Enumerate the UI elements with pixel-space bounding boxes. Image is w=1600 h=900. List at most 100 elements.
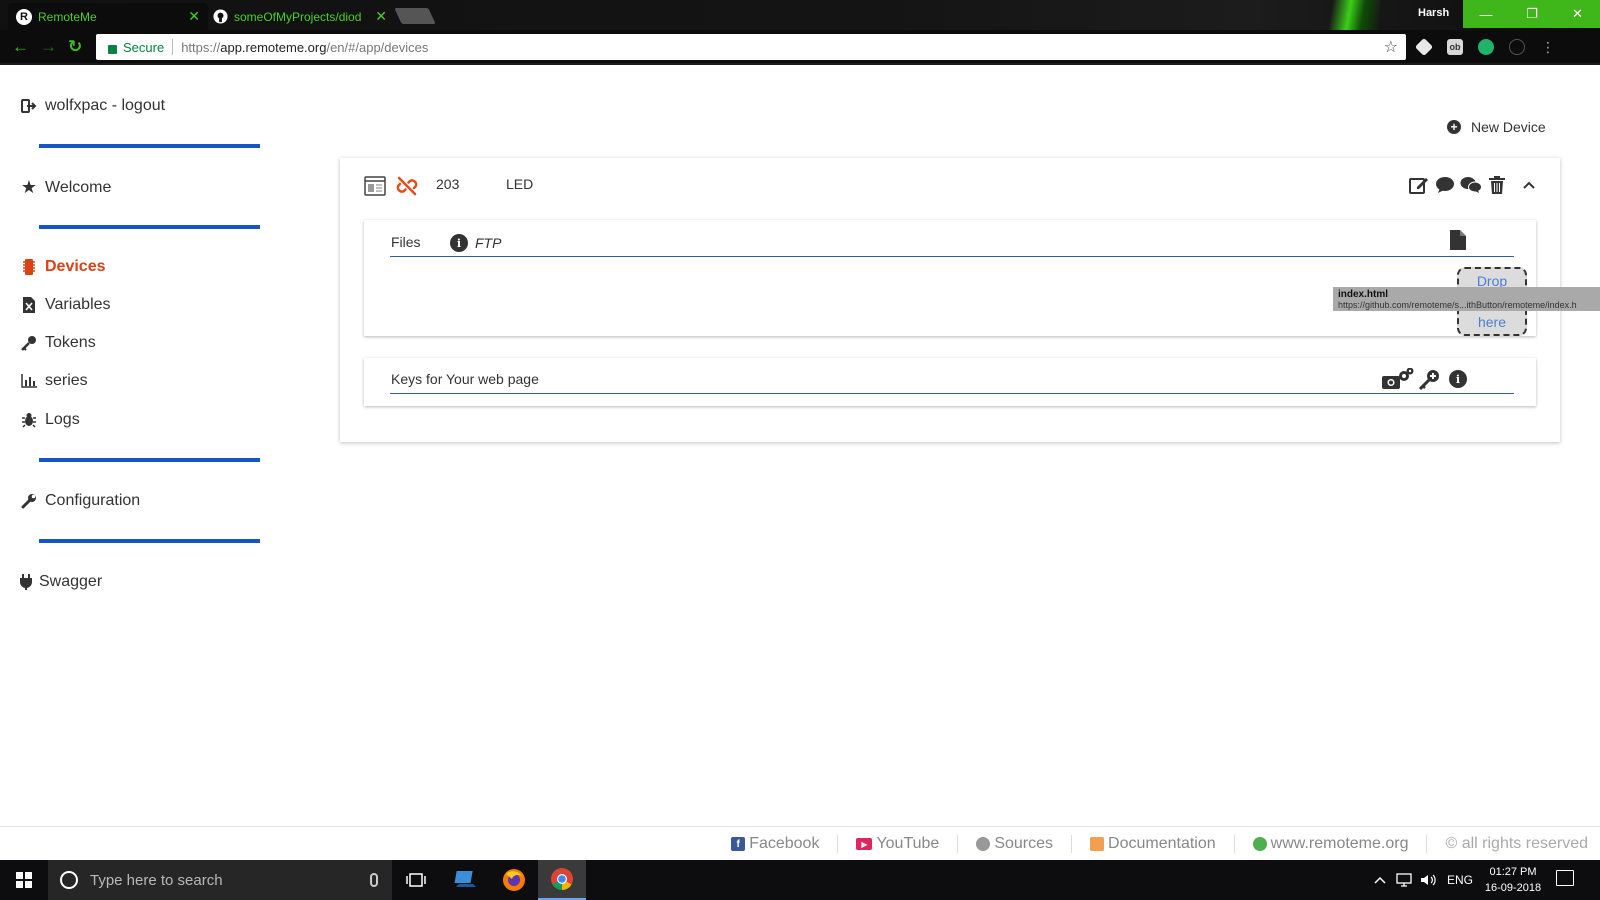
url-prefix: https:// xyxy=(181,39,221,55)
tab-close-icon[interactable]: ✕ xyxy=(375,8,387,25)
star-icon: ★ xyxy=(20,177,38,197)
network-icon[interactable] xyxy=(1396,860,1414,900)
github-favicon-icon xyxy=(213,9,228,24)
menu-dots-icon[interactable]: ⋮ xyxy=(1540,39,1556,55)
address-separator xyxy=(172,39,174,55)
disconnected-link-icon xyxy=(396,175,418,202)
device-actions xyxy=(1408,174,1540,196)
sidebar-item-tokens[interactable]: Tokens xyxy=(19,334,96,352)
device-name: LED xyxy=(506,176,534,192)
sidebar-item-label: Variables xyxy=(45,296,111,313)
sidebar-item-configuration[interactable]: Configuration xyxy=(19,492,140,510)
clock-time: 01:27 PM xyxy=(1489,866,1537,878)
plug-icon xyxy=(19,574,33,590)
sign-out-icon xyxy=(19,99,39,113)
chrome-icon[interactable] xyxy=(538,860,586,900)
footer-link-label: Documentation xyxy=(1108,835,1216,852)
forward-arrow-icon[interactable]: → xyxy=(40,37,57,57)
bookmark-star-icon[interactable]: ☆ xyxy=(1384,37,1398,57)
keys-info-icon[interactable]: i xyxy=(1449,370,1467,388)
wrench-icon xyxy=(19,493,39,509)
close-window-button[interactable]: ✕ xyxy=(1555,0,1600,28)
sidebar-item-devices[interactable]: Devices xyxy=(19,258,106,276)
tooltip-title: index.html xyxy=(1338,289,1389,300)
firefox-icon[interactable] xyxy=(490,860,538,900)
profile-name[interactable]: Harsh xyxy=(1418,7,1449,19)
comments-icon[interactable] xyxy=(1460,174,1482,196)
clock-date: 16-09-2018 xyxy=(1484,882,1542,894)
sidebar-divider xyxy=(39,225,260,229)
trash-icon[interactable] xyxy=(1486,174,1508,196)
sidebar-item-label: Swagger xyxy=(39,573,103,590)
footer-link-facebook[interactable]: f Facebook xyxy=(713,835,837,853)
windows-start-icon[interactable] xyxy=(0,860,48,900)
sidebar-item-label: Tokens xyxy=(45,334,96,351)
keys-title: Keys for Your web page xyxy=(391,371,539,387)
tray-chevron-icon[interactable] xyxy=(1374,860,1386,900)
sidebar-item-variables[interactable]: Variables xyxy=(19,296,111,314)
youtube-icon: ▶ xyxy=(856,838,873,850)
camera-cogs-icon[interactable] xyxy=(1382,367,1414,395)
footer-link-youtube[interactable]: ▶ YouTube xyxy=(837,835,957,853)
globe-icon xyxy=(1252,837,1267,851)
comment-icon[interactable] xyxy=(1434,174,1456,196)
edit-icon[interactable] xyxy=(1408,174,1430,196)
tab-title: someOfMyProjects/diod xyxy=(234,9,362,24)
add-key-icon[interactable] xyxy=(1418,368,1442,395)
ftp-info[interactable]: i FTP xyxy=(450,234,501,252)
drag-file-tooltip: index.html https://github.com/remoteme/s… xyxy=(1333,287,1600,311)
bug-icon xyxy=(19,412,39,428)
sidebar-item-label: series xyxy=(45,372,88,389)
new-device-button[interactable]: + New Device xyxy=(1447,119,1546,135)
search-placeholder: Type here to search xyxy=(90,871,223,889)
tab-remoteme[interactable]: R RemoteMe ✕ xyxy=(8,3,208,30)
language-indicator[interactable]: ENG xyxy=(1447,860,1473,900)
facebook-icon: f xyxy=(731,837,746,851)
sidebar-item-series[interactable]: series xyxy=(19,372,88,390)
extension-cube-icon[interactable] xyxy=(1414,37,1434,57)
wallpaper-glow xyxy=(1320,0,1380,30)
taskbar-search[interactable]: Type here to search xyxy=(48,860,392,900)
new-file-icon[interactable] xyxy=(1450,230,1466,255)
tab-close-icon[interactable]: ✕ xyxy=(188,8,200,25)
copyright-text: © all rights reserved xyxy=(1445,835,1588,852)
taskbar-clock[interactable]: 01:27 PM 16-09-2018 xyxy=(1478,864,1548,896)
chevron-up-icon[interactable] xyxy=(1518,174,1540,196)
app-laptop-icon[interactable] xyxy=(442,860,490,900)
footer-link-documentation[interactable]: Documentation xyxy=(1071,835,1234,853)
footer-link-website[interactable]: www.remoteme.org xyxy=(1233,835,1427,853)
microphone-icon[interactable] xyxy=(370,873,378,887)
address-bar[interactable]: Secure https://app.remoteme.org/en/#/app… xyxy=(96,34,1406,60)
footer-link-sources[interactable]: Sources xyxy=(957,835,1071,853)
ftp-label: FTP xyxy=(475,235,502,251)
bar-chart-icon xyxy=(19,374,39,388)
browser-title-bar: R RemoteMe ✕ someOfMyProjects/diod ✕ Har… xyxy=(0,0,1600,30)
new-tab-button[interactable] xyxy=(394,8,436,24)
reload-icon[interactable]: ↻ xyxy=(68,37,82,57)
lock-icon xyxy=(108,44,117,54)
task-view-icon[interactable] xyxy=(392,860,440,900)
tooltip-url: https://github.com/remoteme/s...ithButto… xyxy=(1338,300,1577,310)
sidebar-item-logs[interactable]: Logs xyxy=(19,411,80,429)
extension-ob-icon[interactable]: ob xyxy=(1447,39,1463,55)
footer-link-label: YouTube xyxy=(876,835,940,852)
notifications-icon[interactable] xyxy=(1556,870,1574,886)
new-device-label: New Device xyxy=(1471,119,1546,135)
maximize-button[interactable]: ❐ xyxy=(1509,0,1555,28)
footer-links: f Facebook ▶ YouTube Sources Documentati… xyxy=(713,835,1588,853)
tab-github[interactable]: someOfMyProjects/diod ✕ xyxy=(205,3,395,30)
sidebar-item-logout[interactable]: wolfxpac - logout xyxy=(19,97,165,115)
github-icon xyxy=(976,837,991,851)
device-id: 203 xyxy=(436,176,460,192)
secure-label: Secure xyxy=(123,39,165,55)
sidebar-item-swagger[interactable]: Swagger xyxy=(19,573,102,591)
extension-disabled-icon[interactable] xyxy=(1509,39,1525,55)
extension-cart-icon[interactable] xyxy=(1478,39,1494,55)
sidebar-item-label: Logs xyxy=(45,411,80,428)
minimize-button[interactable]: — xyxy=(1463,0,1509,28)
web-page-icon[interactable] xyxy=(364,176,386,201)
back-arrow-icon[interactable]: ← xyxy=(12,37,29,57)
files-panel: Files i FTP Drop here xyxy=(364,220,1536,336)
volume-icon[interactable] xyxy=(1420,860,1438,900)
sidebar-item-welcome[interactable]: ★ Welcome xyxy=(19,177,111,198)
